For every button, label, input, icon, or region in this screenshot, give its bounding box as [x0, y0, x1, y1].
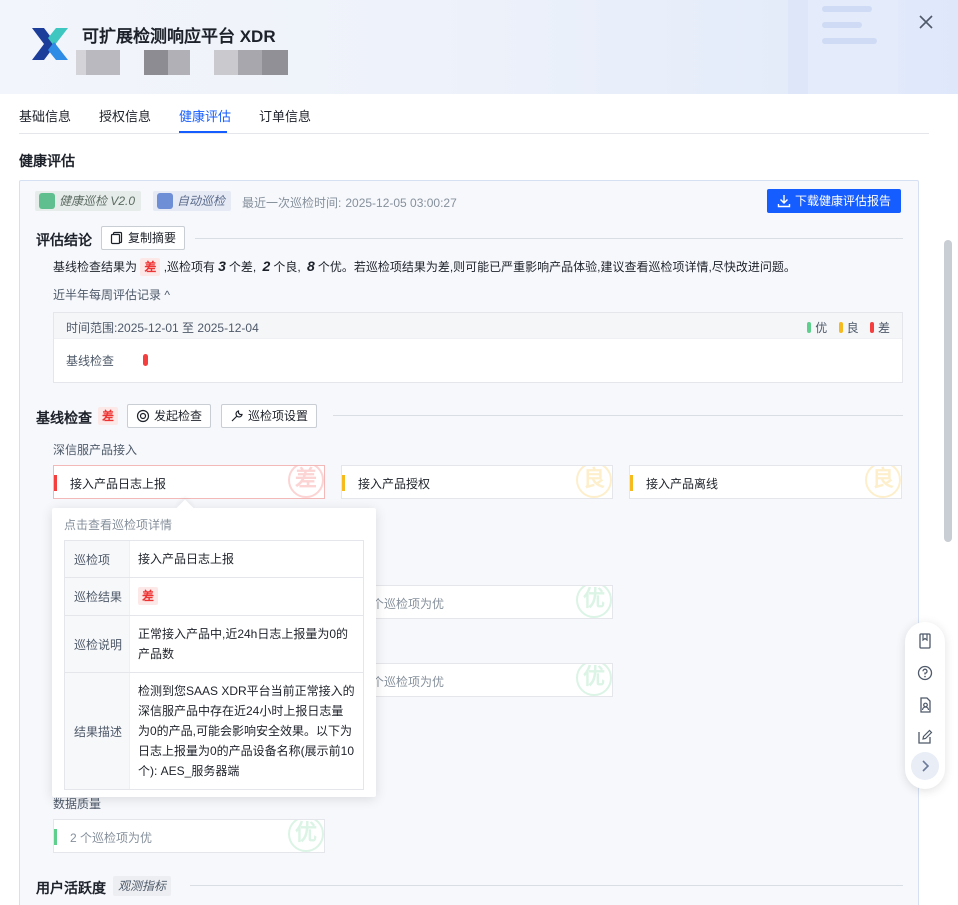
tab-order-info[interactable]: 订单信息 [259, 106, 311, 125]
download-icon [777, 195, 791, 208]
bad-watermark: 差 [288, 466, 324, 498]
group-data-quality: 数据质量 [53, 797, 102, 811]
weekly-history-toggle[interactable]: 近半年每周评估记录 ^ [53, 286, 170, 303]
tab-bar: 基础信息 授权信息 健康评估 订单信息 [19, 94, 929, 134]
group-sangfor-access: 深信服产品接入 [53, 443, 138, 457]
check-item-log-report[interactable]: 接入产品日志上报 差 [53, 465, 325, 499]
excellent-watermark: 优 [288, 820, 324, 852]
patrol-version-badge: 健康巡检 V2.0 [35, 191, 142, 211]
legend-excellent: 优 [807, 321, 827, 335]
auto-icon [157, 193, 173, 209]
patrol-settings-button[interactable]: 巡检项设置 [221, 404, 318, 428]
last-patrol-time: 最近一次巡检时间: 2025-12-05 03:00:27 [242, 196, 457, 210]
header-decoration-image [788, 0, 898, 94]
divider [333, 415, 903, 416]
result-bad-tag: 差 [140, 258, 161, 276]
conclusion-title: 评估结论 [36, 232, 92, 248]
check-item-license[interactable]: 接入产品授权 良 [341, 465, 613, 499]
start-check-button[interactable]: 发起检查 [127, 404, 212, 428]
auto-patrol-badge: 自动巡检 [153, 191, 232, 211]
baseline-title: 基线检查 [36, 410, 92, 426]
scrollbar-thumb[interactable] [944, 240, 952, 542]
tab-basic-info[interactable]: 基础信息 [19, 106, 71, 125]
section-title: 健康评估 [19, 153, 75, 169]
conclusion-summary: 基线检查结果为 差 ,巡检项有 3 个差, 2 个良, 8 个优。若巡检项结果为差,则可… [53, 258, 796, 276]
divider [190, 885, 903, 886]
time-range: 时间范围:2025-12-01 至 2025-12-04 [66, 321, 259, 335]
tab-license-info[interactable]: 授权信息 [99, 106, 151, 125]
drawer-header: 可扩展检测响应平台 XDR [0, 0, 958, 94]
copy-summary-button[interactable]: 复制摘要 [101, 226, 186, 250]
weekly-row-label: 基线检查 [66, 354, 115, 368]
document-icon[interactable] [915, 631, 935, 651]
detail-row: 巡检说明 正常接入产品中,近24h日志上报量为0的产品数 [65, 616, 363, 673]
check-group-summary-1[interactable]: 个巡检项为优 优 [341, 585, 613, 619]
app-title: 可扩展检测响应平台 XDR [82, 27, 276, 46]
check-group-data-quality[interactable]: 2 个巡检项为优 优 [53, 819, 325, 853]
legend-bad: 差 [869, 321, 890, 335]
tab-health-assessment[interactable]: 健康评估 [179, 106, 231, 125]
xdr-logo [32, 28, 68, 60]
edit-icon[interactable] [915, 727, 935, 747]
baseline-result-tag: 差 [98, 407, 119, 425]
good-watermark: 良 [576, 466, 612, 498]
check-item-offline[interactable]: 接入产品离线 良 [629, 465, 902, 499]
redacted-info [76, 50, 288, 75]
popover-title: 点击查看巡检项详情 [64, 518, 173, 532]
side-toolbar [905, 622, 945, 789]
activity-title: 用户活跃度 [36, 880, 106, 896]
legend: 优 良 差 [799, 319, 890, 336]
copy-icon [110, 231, 123, 245]
patrol-icon [39, 193, 55, 209]
collapse-toolbar-button[interactable] [911, 752, 939, 780]
wrench-icon [231, 410, 243, 422]
check-item-detail-popover: 点击查看巡检项详情 巡检项 接入产品日志上报 巡检结果 差 巡检说明 正常接入产… [52, 499, 376, 797]
download-report-button[interactable]: 下载健康评估报告 [767, 189, 901, 213]
weekly-record-table: 时间范围:2025-12-01 至 2025-12-04 优 良 差 基线检查 [53, 312, 903, 383]
close-icon[interactable] [916, 12, 936, 32]
detail-table: 巡检项 接入产品日志上报 巡检结果 差 巡检说明 正常接入产品中,近24h日志上… [64, 540, 364, 790]
user-document-icon[interactable] [915, 695, 935, 715]
detail-row: 巡检项 接入产品日志上报 [65, 541, 363, 578]
check-group-summary-2[interactable]: 个巡检项为优 优 [341, 663, 613, 697]
legend-good: 良 [838, 321, 859, 335]
target-icon [136, 409, 150, 423]
excellent-watermark: 优 [576, 664, 612, 696]
detail-result-tag: 差 [138, 587, 159, 605]
detail-row: 巡检结果 差 [65, 578, 363, 616]
excellent-watermark: 优 [576, 586, 612, 618]
help-icon[interactable] [915, 663, 935, 683]
detail-row: 结果描述 检测到您SAAS XDR平台当前正常接入的深信服产品中存在近24小时上… [65, 673, 363, 789]
divider [195, 238, 903, 239]
good-watermark: 良 [865, 466, 901, 498]
chevron-right-icon [922, 760, 930, 772]
weekly-header: 时间范围:2025-12-01 至 2025-12-04 优 良 差 [54, 313, 902, 339]
tab-active-indicator [179, 131, 227, 133]
weekly-status-bar[interactable] [143, 354, 148, 366]
observation-tag: 观测指标 [113, 876, 172, 896]
